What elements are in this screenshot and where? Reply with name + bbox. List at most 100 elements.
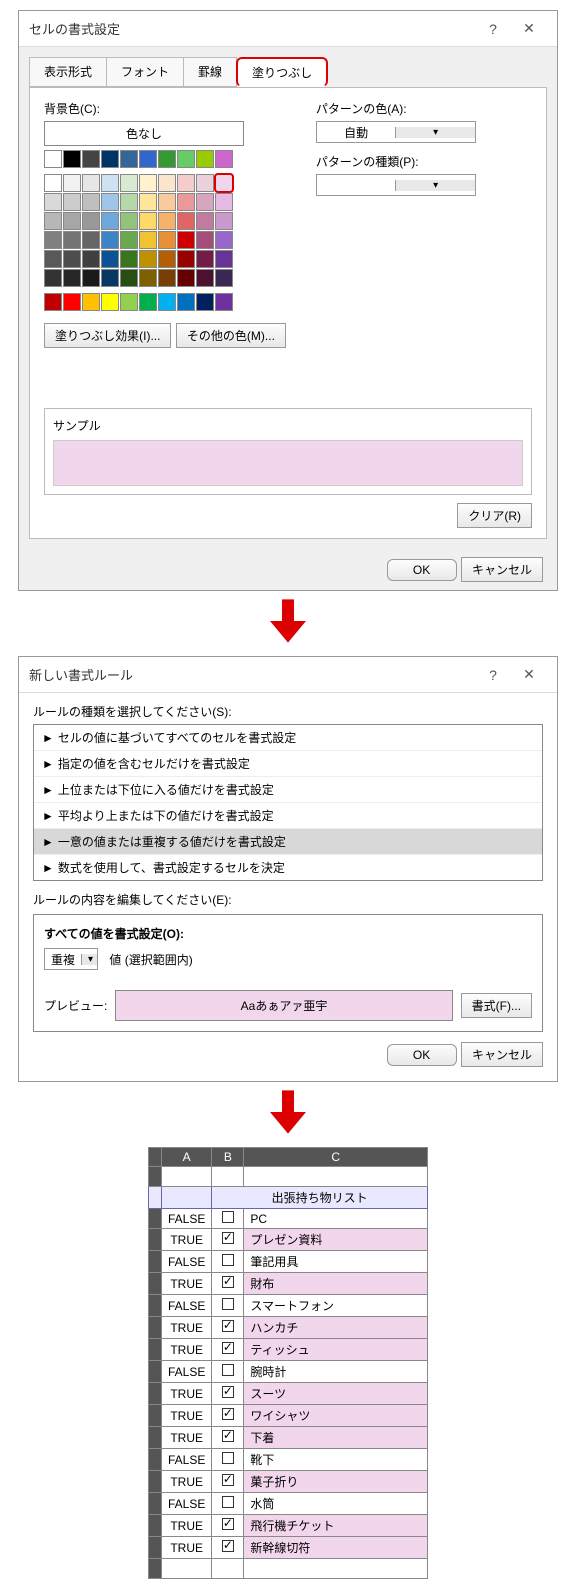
corner[interactable] [149, 1148, 162, 1167]
color-swatch[interactable] [120, 293, 138, 311]
color-swatch[interactable] [196, 293, 214, 311]
color-swatch[interactable] [101, 250, 119, 268]
checkbox-icon[interactable] [222, 1496, 234, 1508]
tab-border[interactable]: 罫線 [183, 57, 237, 87]
cell-b[interactable] [212, 1515, 244, 1537]
cell-c[interactable]: 筆記用具 [244, 1251, 428, 1273]
row-header[interactable] [149, 1537, 162, 1559]
rule-type-item[interactable]: ►平均より上または下の値だけを書式設定 [34, 803, 542, 829]
color-swatch[interactable] [158, 231, 176, 249]
pattern-color-select[interactable]: 自動 ▾ [316, 121, 476, 143]
dup-select[interactable]: 重複 ▾ [44, 948, 98, 970]
rule-type-item[interactable]: ►上位または下位に入る値だけを書式設定 [34, 777, 542, 803]
color-swatch[interactable] [120, 174, 138, 192]
cell-b[interactable] [212, 1449, 244, 1471]
row-header[interactable] [149, 1449, 162, 1471]
color-swatch[interactable] [44, 250, 62, 268]
row-header[interactable] [149, 1361, 162, 1383]
cell-a[interactable]: FALSE [162, 1493, 212, 1515]
cell-c[interactable]: 水筒 [244, 1493, 428, 1515]
checkbox-icon[interactable] [222, 1320, 234, 1332]
color-swatch[interactable] [44, 174, 62, 192]
color-swatch[interactable] [139, 212, 157, 230]
checkbox-icon[interactable] [222, 1276, 234, 1288]
color-swatch[interactable] [101, 212, 119, 230]
ok-button[interactable]: OK [387, 559, 457, 581]
color-swatch[interactable] [101, 150, 119, 168]
ok-button[interactable]: OK [387, 1044, 457, 1066]
row-header[interactable] [149, 1383, 162, 1405]
color-swatch[interactable] [158, 269, 176, 287]
rule-type-item[interactable]: ►指定の値を含むセルだけを書式設定 [34, 751, 542, 777]
color-swatch[interactable] [120, 212, 138, 230]
cell-a[interactable]: FALSE [162, 1251, 212, 1273]
cell-c[interactable]: ハンカチ [244, 1317, 428, 1339]
color-swatch[interactable] [44, 269, 62, 287]
format-button[interactable]: 書式(F)... [461, 993, 532, 1018]
checkbox-icon[interactable] [222, 1232, 234, 1244]
cell-c[interactable]: 菓子折り [244, 1471, 428, 1493]
color-swatch[interactable] [158, 212, 176, 230]
color-swatch[interactable] [63, 150, 81, 168]
color-swatch[interactable] [196, 174, 214, 192]
color-swatch[interactable] [196, 212, 214, 230]
color-swatch[interactable] [139, 174, 157, 192]
cell-b[interactable] [212, 1537, 244, 1559]
color-swatch[interactable] [101, 193, 119, 211]
color-swatch[interactable] [101, 269, 119, 287]
color-swatch[interactable] [158, 174, 176, 192]
cell-a[interactable]: TRUE [162, 1515, 212, 1537]
close-icon[interactable]: ✕ [511, 20, 547, 37]
color-swatch[interactable] [215, 269, 233, 287]
color-swatch[interactable] [120, 250, 138, 268]
color-swatch[interactable] [196, 250, 214, 268]
row-header[interactable] [149, 1405, 162, 1427]
color-swatch[interactable] [44, 212, 62, 230]
color-swatch[interactable] [196, 231, 214, 249]
color-swatch[interactable] [63, 212, 81, 230]
color-swatch[interactable] [63, 293, 81, 311]
color-swatch[interactable] [120, 231, 138, 249]
color-swatch[interactable] [82, 250, 100, 268]
color-swatch[interactable] [196, 193, 214, 211]
more-colors-button[interactable]: その他の色(M)... [176, 323, 286, 348]
color-swatch[interactable] [101, 174, 119, 192]
row-header[interactable] [149, 1427, 162, 1449]
color-swatch[interactable] [177, 231, 195, 249]
cell-b[interactable] [212, 1471, 244, 1493]
row-header[interactable] [149, 1515, 162, 1537]
color-swatch[interactable] [158, 193, 176, 211]
color-swatch[interactable] [215, 231, 233, 249]
cell-b[interactable] [212, 1273, 244, 1295]
cell-a[interactable]: FALSE [162, 1295, 212, 1317]
clear-button[interactable]: クリア(R) [457, 503, 532, 528]
cancel-button[interactable]: キャンセル [461, 557, 543, 582]
col-c[interactable]: C [244, 1148, 428, 1167]
color-swatch[interactable] [63, 269, 81, 287]
cell-c[interactable]: 下着 [244, 1427, 428, 1449]
color-swatch[interactable] [120, 150, 138, 168]
color-swatch[interactable] [177, 150, 195, 168]
cell-a[interactable]: TRUE [162, 1471, 212, 1493]
rule-type-item[interactable]: ►数式を使用して、書式設定するセルを決定 [34, 855, 542, 880]
cell-b[interactable] [212, 1229, 244, 1251]
color-swatch[interactable] [63, 174, 81, 192]
color-swatch[interactable] [158, 150, 176, 168]
color-swatch[interactable] [139, 150, 157, 168]
color-swatch[interactable] [120, 193, 138, 211]
row-header[interactable] [149, 1295, 162, 1317]
checkbox-icon[interactable] [222, 1254, 234, 1266]
color-swatch[interactable] [139, 231, 157, 249]
checkbox-icon[interactable] [222, 1474, 234, 1486]
cell-b[interactable] [212, 1295, 244, 1317]
rule-type-item[interactable]: ►セルの値に基づいてすべてのセルを書式設定 [34, 725, 542, 751]
color-swatch[interactable] [82, 212, 100, 230]
row-header[interactable] [149, 1493, 162, 1515]
cell-a[interactable]: FALSE [162, 1449, 212, 1471]
cell-b[interactable] [212, 1405, 244, 1427]
color-swatch[interactable] [139, 193, 157, 211]
tab-font[interactable]: フォント [106, 57, 184, 87]
cell-c[interactable]: 靴下 [244, 1449, 428, 1471]
color-swatch[interactable] [82, 293, 100, 311]
color-swatch[interactable] [63, 231, 81, 249]
